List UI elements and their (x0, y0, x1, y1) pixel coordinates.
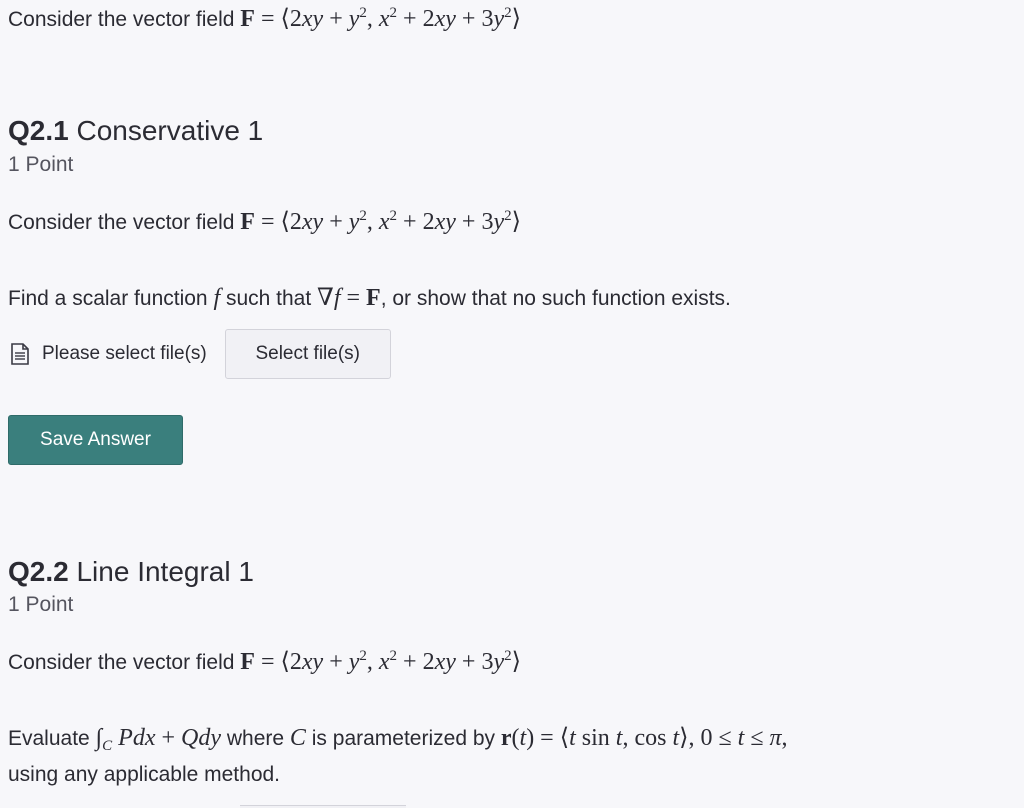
save-answer-button[interactable]: Save Answer (8, 415, 183, 465)
question-number: Q2.2 (8, 556, 69, 587)
intro-text: Consider the vector field (8, 211, 235, 234)
question-title: Q2.1 Conservative 1 (8, 114, 263, 148)
document-icon (8, 342, 32, 366)
select-files-button[interactable]: Select file(s) (224, 329, 391, 379)
intro-text: Consider the vector field (8, 8, 235, 31)
prompt-text: Evaluate (8, 727, 90, 750)
question-points: 1 Point (8, 153, 74, 176)
prompt-text: such that (225, 287, 312, 310)
vector-field-equation: F = ⟨2xy + y2, x2 + 2xy + 3y2⟩ (240, 648, 521, 676)
question-name: Conservative 1 (76, 115, 264, 146)
gradient-equation: ∇f = F (317, 285, 381, 311)
parameterization-equation: r(t) = ⟨t sin t, cos t⟩, 0 ≤ t ≤ π, (500, 725, 788, 751)
vector-field-statement: Consider the vector field F = ⟨2xy + y2,… (8, 5, 521, 34)
prompt-text: where (226, 727, 285, 750)
question-prompt-continued: using any applicable method. (8, 763, 281, 786)
intro-text: Consider the vector field (8, 651, 235, 674)
file-status: Please select file(s) (42, 343, 207, 364)
prompt-text: Find a scalar function (8, 287, 208, 310)
vector-field-statement: Consider the vector field F = ⟨2xy + y2,… (8, 648, 521, 677)
prompt-text: is parameterized by (311, 727, 496, 750)
function-symbol: f (213, 285, 221, 311)
question-number: Q2.1 (8, 115, 69, 146)
line-integral-expression: ∫C Pdx + Qdy (95, 725, 222, 754)
question-name: Line Integral 1 (76, 556, 254, 587)
question-prompt: Evaluate ∫C Pdx + Qdy where C is paramet… (8, 724, 788, 754)
curve-symbol: C (289, 725, 306, 751)
prompt-text: , or show that no such function exists. (380, 287, 731, 310)
vector-field-statement: Consider the vector field F = ⟨2xy + y2,… (8, 208, 521, 237)
question-points: 1 Point (8, 593, 74, 616)
question-prompt: Find a scalar function f such that ∇f = … (8, 284, 731, 313)
question-title: Q2.2 Line Integral 1 (8, 555, 254, 589)
vector-field-equation: F = ⟨2xy + y2, x2 + 2xy + 3y2⟩ (240, 5, 521, 33)
vector-field-equation: F = ⟨2xy + y2, x2 + 2xy + 3y2⟩ (240, 208, 521, 236)
file-upload-row: Please select file(s) Select file(s) (8, 329, 391, 379)
